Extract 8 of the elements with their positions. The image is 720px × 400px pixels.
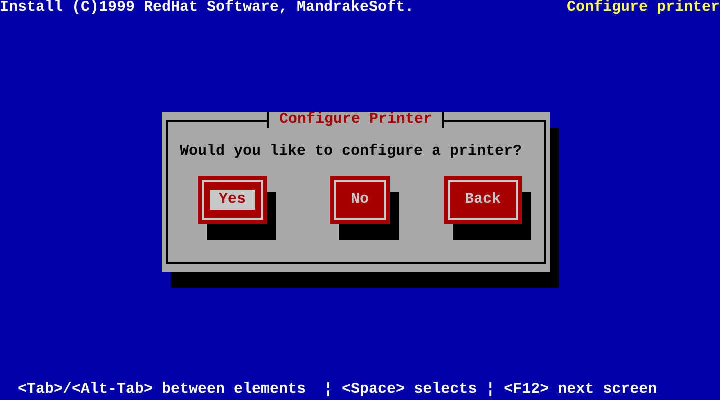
dialog-button[interactable]: Back [444, 176, 522, 224]
dialog-button[interactable]: Yes [198, 176, 268, 224]
dialog-message: Would you like to configure a printer? [180, 144, 524, 160]
installer-title: Install (C)1999 RedHat Software, MandrakeSoft. [0, 0, 414, 16]
dialog-button[interactable]: No [330, 176, 390, 224]
screen-title: Configure printer [566, 0, 720, 16]
help-line: <Tab>/<Alt-Tab> between elements ¦ <Space> selects ¦ <F12> next screen [18, 382, 658, 398]
dialog-title: Configure Printer [267, 112, 445, 128]
